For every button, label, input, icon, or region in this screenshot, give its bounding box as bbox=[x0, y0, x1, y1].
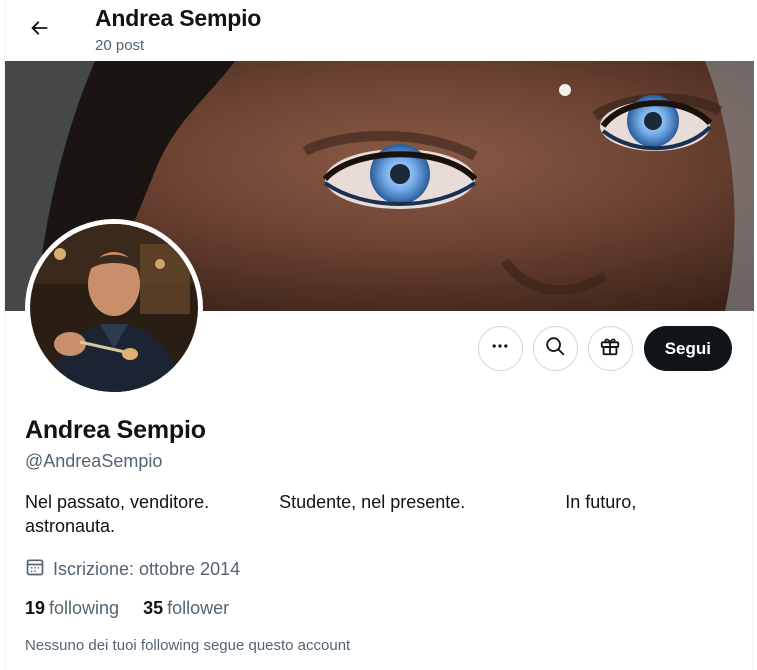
more-icon bbox=[490, 336, 510, 361]
followers-link[interactable]: 35 follower bbox=[143, 598, 229, 619]
gift-icon bbox=[599, 335, 621, 362]
back-arrow-icon bbox=[28, 17, 50, 44]
avatar[interactable] bbox=[25, 219, 203, 397]
following-link[interactable]: 19 following bbox=[25, 598, 119, 619]
join-date: Iscrizione: ottobre 2014 bbox=[25, 557, 240, 582]
search-profile-button[interactable] bbox=[532, 326, 578, 371]
profile-actions: Segui bbox=[477, 326, 732, 371]
following-count: 19 bbox=[25, 598, 46, 618]
profile-bio: Nel passato, venditore. Studente, nel pr… bbox=[25, 492, 642, 536]
follow-stats: 19 following 35 follower bbox=[25, 598, 229, 619]
followers-label: follower bbox=[167, 598, 230, 618]
follow-button[interactable]: Segui bbox=[643, 326, 732, 371]
calendar-icon bbox=[25, 557, 45, 582]
profile-column: Andrea Sempio 20 post Segui Andrea Sempi… bbox=[4, 0, 754, 670]
profile-name: Andrea Sempio bbox=[25, 416, 206, 444]
mutuals-notice: Nessuno dei tuoi following segue questo … bbox=[25, 637, 351, 654]
followers-count: 35 bbox=[143, 598, 164, 618]
profile-header-bar: Andrea Sempio 20 post bbox=[5, 0, 754, 61]
avatar-image bbox=[30, 224, 198, 392]
back-button[interactable] bbox=[21, 12, 57, 48]
search-icon bbox=[544, 335, 566, 362]
gift-button[interactable] bbox=[587, 326, 633, 371]
join-date-text: Iscrizione: ottobre 2014 bbox=[53, 559, 241, 579]
following-label: following bbox=[49, 598, 120, 618]
profile-handle: @AndreaSempio bbox=[25, 451, 163, 471]
header-post-count: 20 post bbox=[95, 37, 145, 54]
more-button[interactable] bbox=[477, 326, 523, 371]
header-title: Andrea Sempio bbox=[95, 5, 262, 31]
